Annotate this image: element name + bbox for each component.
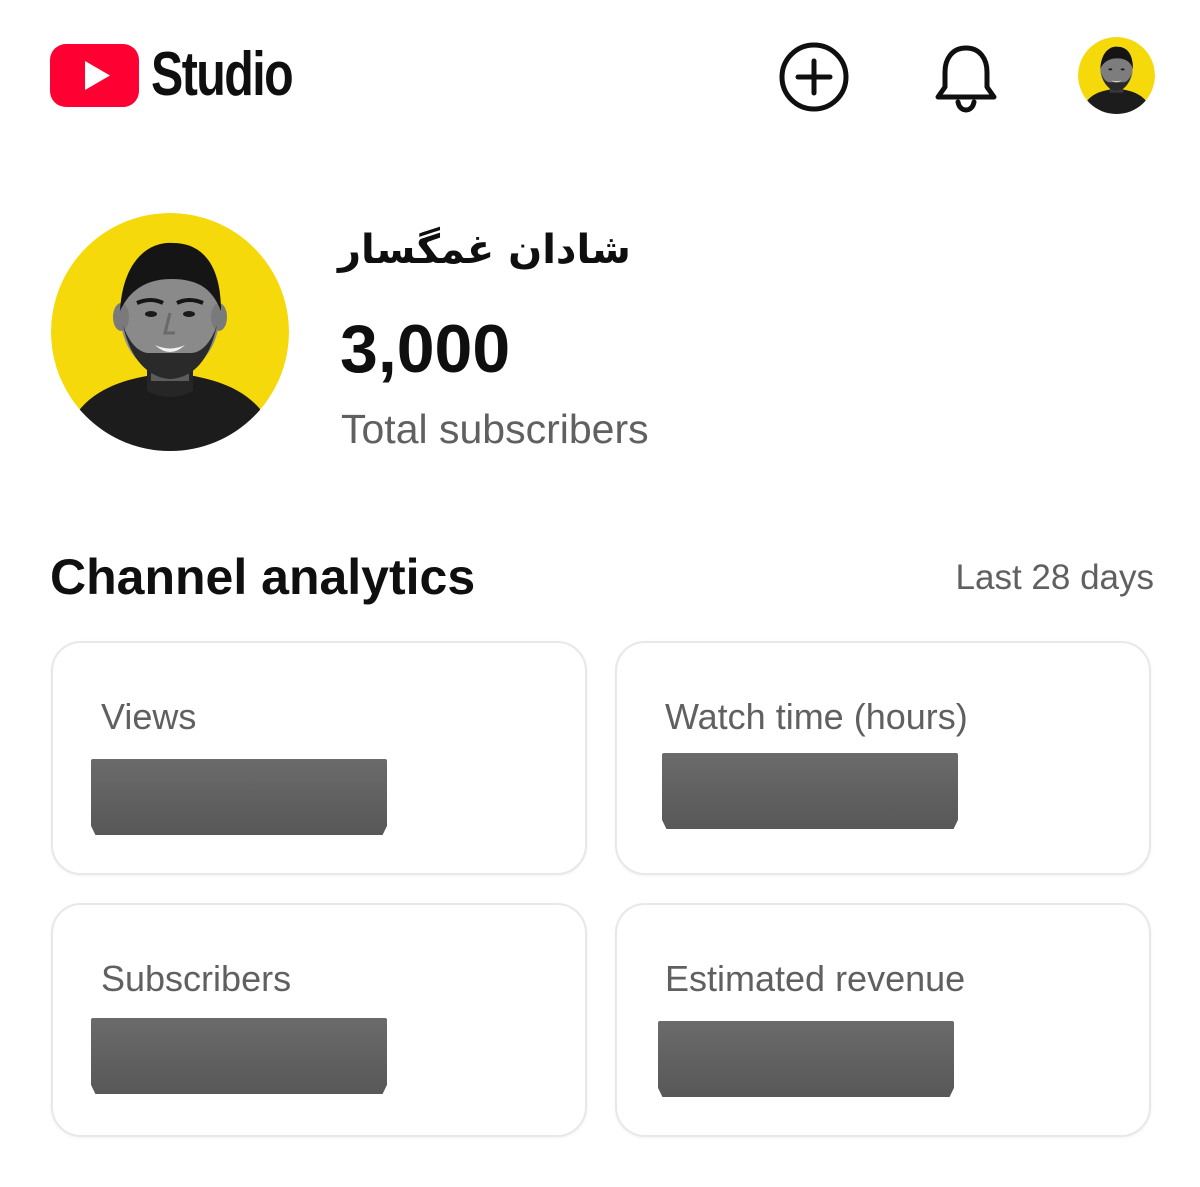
redacted-value bbox=[91, 759, 387, 835]
subscriber-count: 3,000 bbox=[340, 311, 511, 387]
channel-name: شادان غمگسار bbox=[338, 227, 631, 273]
metric-label: Subscribers bbox=[101, 958, 292, 999]
section-title: Channel analytics bbox=[50, 549, 476, 605]
subscriber-label: Total subscribers bbox=[341, 406, 649, 452]
create-button[interactable] bbox=[777, 40, 851, 114]
redacted-value bbox=[658, 1021, 954, 1097]
channel-avatar-image bbox=[51, 213, 289, 451]
logo-text: Studio bbox=[151, 40, 294, 109]
youtube-studio-logo[interactable]: Studio bbox=[50, 42, 332, 108]
metric-card-watch-time[interactable]: Watch time (hours) bbox=[615, 641, 1151, 875]
metric-label: Watch time (hours) bbox=[665, 696, 968, 737]
youtube-logo-icon bbox=[50, 43, 139, 107]
top-app-bar: Studio bbox=[0, 0, 1200, 150]
redacted-value bbox=[91, 1018, 387, 1094]
redacted-value bbox=[662, 753, 958, 829]
avatar-small-image bbox=[1078, 37, 1155, 114]
period-label: Last 28 days bbox=[955, 558, 1154, 597]
channel-avatar[interactable] bbox=[51, 213, 289, 451]
metric-card-views[interactable]: Views bbox=[51, 641, 587, 875]
notifications-button[interactable] bbox=[930, 40, 1002, 114]
bell-icon bbox=[935, 45, 997, 113]
create-plus-icon bbox=[779, 42, 849, 112]
metric-label: Estimated revenue bbox=[665, 958, 966, 999]
metric-card-estimated-revenue[interactable]: Estimated revenue bbox=[615, 903, 1151, 1137]
metric-label: Views bbox=[101, 696, 197, 737]
account-avatar[interactable] bbox=[1078, 37, 1155, 114]
metric-card-subscribers[interactable]: Subscribers bbox=[51, 903, 587, 1137]
